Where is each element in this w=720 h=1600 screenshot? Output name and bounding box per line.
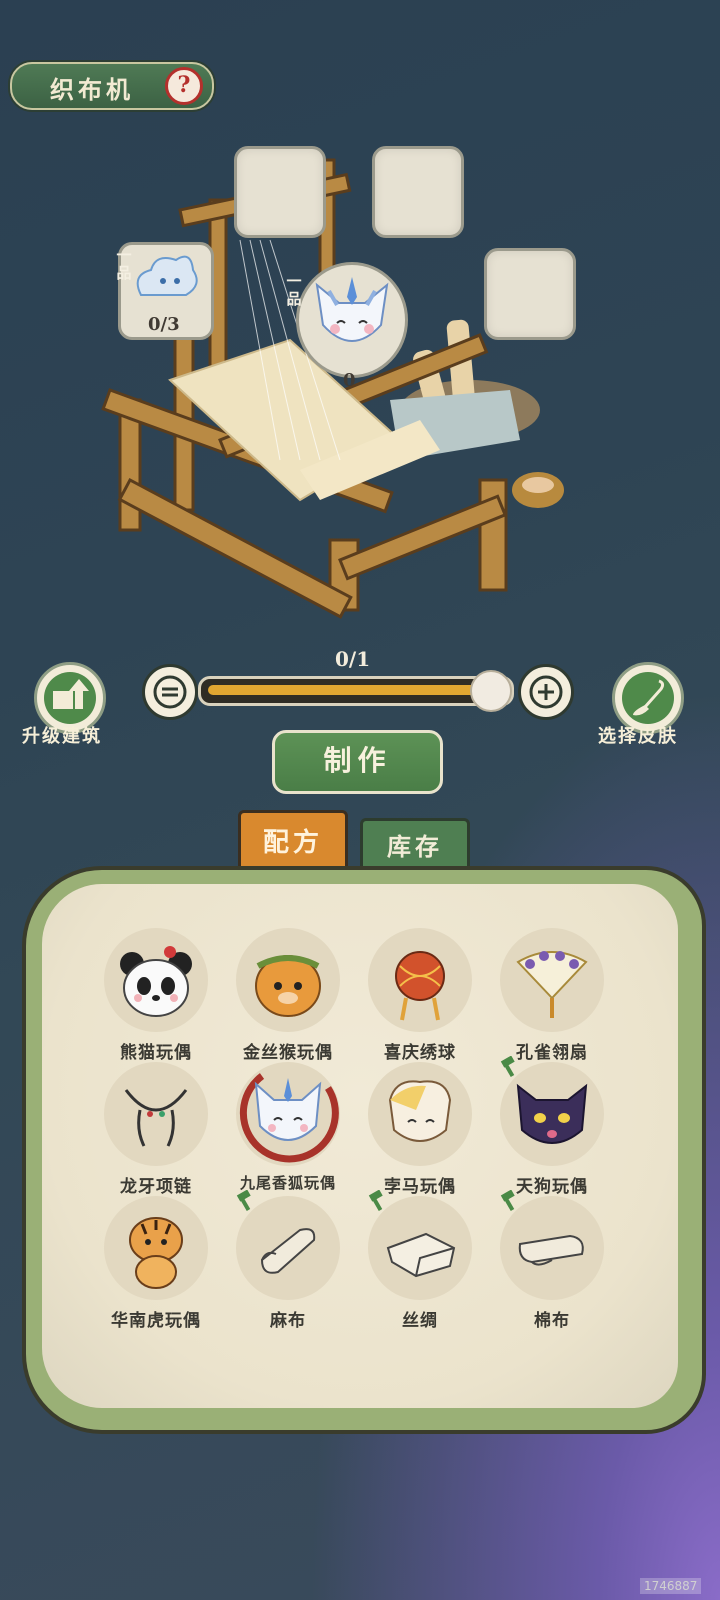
recipe-label: 丝绸 <box>402 1311 438 1331</box>
page-title: 织布机 <box>50 75 134 104</box>
recipe-item-festive-ball[interactable]: 喜庆绣球 <box>360 928 480 1063</box>
quantity-slider-knob[interactable] <box>470 670 512 712</box>
recipe-item-golden-monkey[interactable]: 金丝猴玩偶 <box>228 928 348 1063</box>
hammer-icon <box>500 1056 515 1078</box>
dragon-tooth-necklace-icon <box>124 1089 188 1147</box>
linen-cloth-icon <box>260 1228 316 1274</box>
recipe-item-tiger[interactable]: 华南虎玩偶 <box>96 1196 216 1331</box>
panda-doll-icon <box>120 946 192 1017</box>
watermark: 1746887 <box>640 1578 702 1594</box>
silk-cloth-icon <box>386 1232 456 1278</box>
increase-button[interactable] <box>518 664 574 720</box>
grade-label: 一品 <box>286 272 302 308</box>
recipe-item-cotton[interactable]: 棉布 <box>492 1190 612 1331</box>
peacock-fan-icon <box>516 951 588 1018</box>
hammer-icon <box>368 1190 383 1212</box>
recipe-item-panda[interactable]: 熊猫玩偶 <box>96 928 216 1063</box>
recipe-item-silk[interactable]: 丝绸 <box>360 1190 480 1331</box>
recipe-item-dragon-tooth[interactable]: 龙牙项链 <box>96 1062 216 1197</box>
recipe-item-peacock-fan[interactable]: 孔雀翎扇 <box>492 928 612 1063</box>
recipe-item-tiangou[interactable]: 天狗玩偶 <box>492 1056 612 1197</box>
recipe-label: 华南虎玩偶 <box>111 1311 201 1331</box>
choose-skin-label: 选择皮肤 <box>598 726 678 747</box>
cotton-cloth-icon <box>518 1234 584 1266</box>
quantity-count: 0/1 <box>335 647 371 671</box>
material-count: 0/3 <box>148 314 180 335</box>
spirit-wisp-icon <box>136 255 198 296</box>
empty-slot-2[interactable] <box>372 146 464 238</box>
recipe-item-horse[interactable]: 孛马玩偶 <box>360 1062 480 1197</box>
empty-slot-1[interactable] <box>234 146 326 238</box>
hammer-icon <box>500 1190 515 1212</box>
embroidered-ball-icon <box>395 951 445 1021</box>
recipe-label: 金丝猴玩偶 <box>243 1043 333 1063</box>
nine-tailed-fox-doll-icon <box>254 1078 322 1141</box>
fox-doll-icon <box>315 277 389 342</box>
plus-icon <box>529 675 563 709</box>
quantity-slider-fill <box>208 685 488 695</box>
empty-slot-3[interactable] <box>484 248 576 340</box>
recipe-label: 龙牙项链 <box>120 1177 192 1197</box>
minus-icon <box>153 675 187 709</box>
make-button[interactable]: 制作 <box>272 730 443 794</box>
grade-label: 一品 <box>116 246 132 282</box>
tiangou-doll-icon <box>516 1083 588 1144</box>
recipe-label: 喜庆绣球 <box>384 1043 456 1063</box>
hammer-icon <box>236 1190 251 1212</box>
golden-monkey-doll-icon <box>255 955 321 1017</box>
recipe-label: 麻布 <box>270 1311 306 1331</box>
product-slot-fox[interactable] <box>296 262 408 378</box>
recipe-item-linen[interactable]: 麻布 <box>228 1190 348 1331</box>
recipe-label: 棉布 <box>534 1311 570 1331</box>
horse-doll-icon <box>388 1080 452 1142</box>
recipe-label: 熊猫玩偶 <box>120 1043 192 1063</box>
product-count: 0 <box>343 370 356 391</box>
recipe-item-nine-tailed-fox[interactable]: 九尾香狐玩偶 <box>228 1062 348 1192</box>
help-icon[interactable]: ? <box>165 67 203 105</box>
south-china-tiger-doll-icon <box>129 1217 183 1289</box>
decrease-button[interactable] <box>142 664 198 720</box>
upgrade-building-label: 升级建筑 <box>22 726 102 747</box>
